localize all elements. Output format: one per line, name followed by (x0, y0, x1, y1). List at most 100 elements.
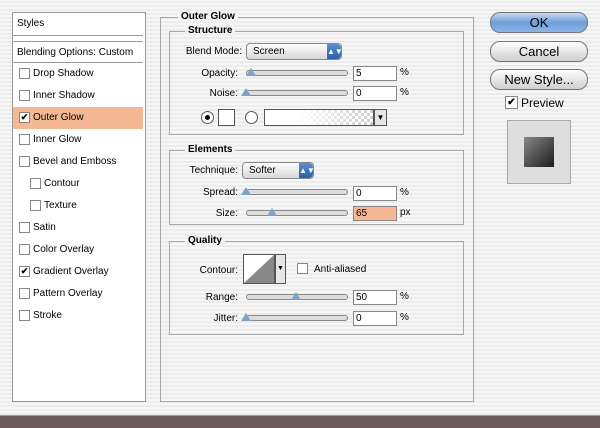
size-input[interactable]: 65 (353, 206, 397, 221)
style-preview-thumbnail (507, 120, 571, 184)
quality-title: Quality (185, 235, 225, 246)
style-item-label: Contour (44, 178, 80, 189)
preview-swatch (524, 137, 554, 167)
style-item-label: Color Overlay (33, 244, 95, 255)
style-item-checkbox[interactable] (19, 90, 30, 101)
jitter-unit: % (400, 312, 409, 323)
style-item-checkbox[interactable] (19, 68, 30, 79)
technique-value: Softer (249, 165, 276, 176)
noise-slider-handle[interactable] (241, 88, 251, 96)
technique-select[interactable]: Softer ▲▼ (242, 162, 315, 179)
style-item[interactable]: Satin (13, 217, 143, 239)
style-item-checkbox[interactable] (30, 200, 41, 211)
opacity-slider[interactable] (246, 70, 348, 76)
style-item[interactable]: Stroke (13, 305, 143, 327)
spread-input[interactable]: 0 (353, 186, 397, 201)
contour-label: Contour: (199, 265, 238, 276)
outer-glow-title: Outer Glow (178, 11, 238, 22)
style-item[interactable]: Bevel and Emboss (13, 151, 143, 173)
solid-color-radio[interactable] (201, 111, 214, 124)
technique-label: Technique: (189, 165, 238, 176)
blend-mode-label: Blend Mode: (185, 46, 242, 57)
style-item[interactable]: Outer Glow (13, 107, 143, 129)
gradient-radio[interactable] (245, 111, 258, 124)
noise-input[interactable]: 0 (353, 86, 397, 101)
style-item-checkbox[interactable] (19, 288, 30, 299)
size-slider[interactable] (246, 210, 348, 216)
spread-unit: % (400, 187, 409, 198)
range-label: Range: (205, 292, 238, 303)
style-item-label: Gradient Overlay (33, 266, 109, 277)
radio-dot-icon (205, 115, 210, 120)
style-item-label: Bevel and Emboss (33, 156, 117, 167)
jitter-input[interactable]: 0 (353, 311, 397, 326)
preview-checkbox[interactable] (505, 96, 518, 109)
style-item[interactable]: Gradient Overlay (13, 261, 143, 283)
style-item[interactable]: Drop Shadow (13, 63, 143, 85)
style-item[interactable]: Inner Glow (13, 129, 143, 151)
layer-style-dialog: Styles Blending Options: Custom Drop Sha… (0, 0, 600, 416)
spread-slider[interactable] (246, 189, 348, 195)
blend-mode-select[interactable]: Screen ▲▼ (246, 43, 343, 60)
style-item-checkbox[interactable] (30, 178, 41, 189)
elements-title: Elements (185, 144, 236, 155)
chevron-updown-icon: ▲▼ (299, 163, 315, 178)
jitter-slider[interactable] (246, 315, 348, 321)
blend-mode-value: Screen (253, 46, 285, 57)
opacity-unit: % (400, 67, 409, 78)
style-item-label: Inner Shadow (33, 90, 95, 101)
spread-label: Spread: (202, 187, 238, 198)
new-style-button[interactable]: New Style... (490, 69, 588, 90)
style-item[interactable]: Texture (13, 195, 143, 217)
range-slider-handle[interactable] (291, 292, 301, 300)
jitter-slider-handle[interactable] (241, 313, 251, 321)
size-slider-handle[interactable] (267, 208, 277, 216)
style-item-checkbox[interactable] (19, 156, 30, 167)
style-item-label: Stroke (33, 310, 62, 321)
noise-slider[interactable] (246, 90, 348, 96)
contour-linear-icon (244, 255, 274, 283)
structure-title: Structure (185, 25, 236, 36)
gradient-dropdown-arrow-icon[interactable]: ▼ (374, 109, 387, 126)
style-item[interactable]: Inner Shadow (13, 85, 143, 107)
jitter-label: Jitter: (213, 313, 238, 324)
styles-list: Styles Blending Options: Custom Drop Sha… (12, 12, 146, 402)
range-input[interactable]: 50 (353, 290, 397, 305)
style-item-label: Texture (44, 200, 77, 211)
opacity-label: Opacity: (201, 68, 238, 79)
chevron-updown-icon: ▲▼ (327, 44, 343, 59)
styles-header-label: Styles (17, 18, 45, 29)
blending-options-item[interactable]: Blending Options: Custom (13, 41, 143, 63)
style-item-checkbox[interactable] (19, 266, 30, 277)
anti-aliased-label: Anti-aliased (314, 264, 367, 275)
preview-label: Preview (521, 96, 564, 110)
range-unit: % (400, 291, 409, 302)
style-item-checkbox[interactable] (19, 112, 30, 123)
cancel-button[interactable]: Cancel (490, 41, 588, 62)
contour-picker[interactable] (243, 254, 275, 284)
spread-slider-handle[interactable] (241, 187, 251, 195)
style-item[interactable]: Pattern Overlay (13, 283, 143, 305)
opacity-slider-handle[interactable] (246, 68, 256, 76)
style-item-label: Outer Glow (33, 112, 84, 123)
style-item-checkbox[interactable] (19, 222, 30, 233)
style-item-label: Drop Shadow (33, 68, 94, 79)
noise-label: Noise: (209, 88, 238, 99)
style-item[interactable]: Color Overlay (13, 239, 143, 261)
noise-unit: % (400, 87, 409, 98)
style-item-checkbox[interactable] (19, 310, 30, 321)
opacity-input[interactable]: 5 (353, 66, 397, 81)
glow-gradient-picker[interactable] (264, 109, 374, 126)
anti-aliased-checkbox[interactable] (297, 263, 308, 274)
glow-color-swatch[interactable] (218, 109, 235, 126)
style-item-checkbox[interactable] (19, 134, 30, 145)
style-item-label: Pattern Overlay (33, 288, 103, 299)
style-item[interactable]: Contour (13, 173, 143, 195)
ok-button[interactable]: OK (490, 12, 588, 33)
styles-header[interactable]: Styles (13, 13, 143, 36)
style-item-checkbox[interactable] (19, 244, 30, 255)
contour-dropdown-arrow-icon[interactable]: ▼ (275, 254, 286, 284)
blending-options-label: Blending Options: Custom (17, 47, 134, 58)
style-item-label: Inner Glow (33, 134, 82, 145)
size-unit: px (400, 207, 411, 218)
